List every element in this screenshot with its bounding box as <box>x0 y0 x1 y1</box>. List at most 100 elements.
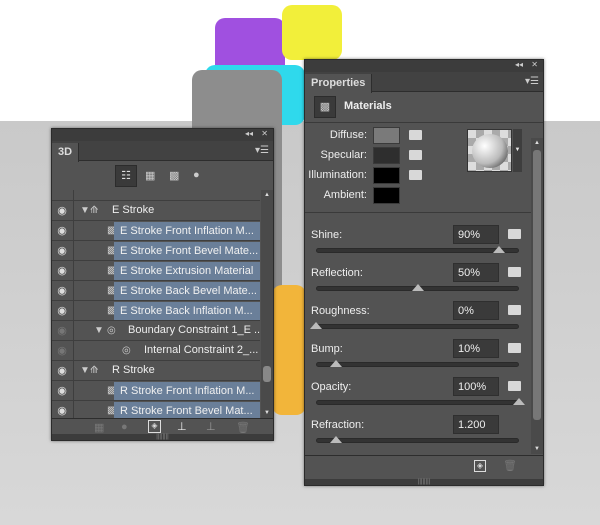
color-label: Diffuse: <box>329 129 367 141</box>
texture-folder-icon[interactable] <box>409 170 422 180</box>
texture-folder-icon[interactable] <box>508 305 521 315</box>
layer-label: E Stroke Front Inflation M... <box>114 222 260 240</box>
texture-folder-icon[interactable] <box>409 130 422 140</box>
slider-value-input[interactable]: 0% <box>453 301 499 320</box>
properties-scrollbar[interactable]: ▲ ▼ <box>531 138 543 454</box>
slider-track[interactable] <box>316 438 519 443</box>
layer-label: R Stroke Front Inflation M... <box>114 382 260 400</box>
color-swatch[interactable] <box>373 147 400 164</box>
visibility-eye-icon[interactable]: ◉ <box>55 204 69 218</box>
slider-value-input[interactable]: 10% <box>453 339 499 358</box>
slider-thumb[interactable] <box>492 246 505 253</box>
slider-label: Reflection: <box>311 267 363 279</box>
collapse-icon[interactable]: ◂◂ <box>245 129 253 138</box>
texture-folder-icon[interactable] <box>508 343 521 353</box>
visibility-eye-icon[interactable]: ◉ <box>55 344 69 358</box>
layer-row[interactable]: ◉ ▩ E Stroke Back Inflation M... <box>52 301 260 321</box>
layer-row[interactable]: ◉ ▼ ◎ Boundary Constraint 1_E ... <box>52 321 263 341</box>
materials-header: ▩ Materials <box>305 92 543 123</box>
expand-triangle-icon[interactable]: ▼ <box>94 325 104 336</box>
slider-thumb[interactable] <box>330 360 343 367</box>
texture-folder-icon[interactable] <box>508 381 521 391</box>
visibility-eye-icon[interactable]: ◉ <box>55 284 69 298</box>
close-icon[interactable]: ✕ <box>261 129 268 138</box>
resize-grip[interactable]: |||||||| <box>305 479 543 485</box>
layer-row[interactable]: ◉ ▩ E Stroke Extrusion Material <box>52 261 260 281</box>
layer-label: R Stroke Front Bevel Mat... <box>114 402 260 418</box>
filter-bar: ☷ ▦ ▩ ● <box>52 161 273 191</box>
slider-value-input[interactable]: 100% <box>453 377 499 396</box>
slider-thumb[interactable] <box>310 322 322 329</box>
expand-triangle-icon[interactable]: ▼ <box>80 365 90 376</box>
material-preview-dropdown[interactable]: ▼ <box>513 129 522 172</box>
new-mesh-icon[interactable]: ▦ <box>94 421 104 434</box>
visibility-eye-icon[interactable]: ◉ <box>55 404 69 418</box>
color-swatch[interactable] <box>373 187 400 204</box>
expand-triangle-icon[interactable]: ▼ <box>80 205 90 216</box>
layer-label: R Stroke <box>112 364 155 376</box>
color-swatch[interactable] <box>373 167 400 184</box>
layer-label: Internal Constraint 2_... <box>144 344 259 356</box>
slider-value-input[interactable]: 50% <box>453 263 499 282</box>
slider-thumb[interactable] <box>411 284 424 291</box>
panel-footer: ▦ ● ◈ ⊥ ⊥ 🗑 <box>52 418 273 435</box>
slider-thumb[interactable] <box>513 398 525 405</box>
tab-3d[interactable]: 3D <box>52 143 80 162</box>
layer-row[interactable]: ◉ ▩ E Stroke Front Inflation M... <box>52 221 260 241</box>
visibility-eye-icon[interactable]: ◉ <box>55 264 69 278</box>
slider-track[interactable] <box>316 248 519 253</box>
trash-icon[interactable]: 🗑 <box>503 459 517 472</box>
visibility-eye-icon[interactable]: ◉ <box>55 364 69 378</box>
new-light-icon[interactable]: ● <box>121 421 128 433</box>
section-title: Materials <box>344 100 392 112</box>
scroll-thumb[interactable] <box>533 150 541 420</box>
texture-folder-icon[interactable] <box>508 267 521 277</box>
trash-icon[interactable]: 🗑 <box>236 421 250 434</box>
collapse-icon[interactable]: ◂◂ <box>515 60 523 69</box>
slider-track[interactable] <box>316 362 519 367</box>
resize-grip[interactable]: |||||||| <box>52 434 273 440</box>
letter-orange <box>272 285 306 415</box>
material-filter-icon[interactable]: ▩ <box>169 169 179 182</box>
slider-label: Shine: <box>311 229 343 241</box>
texture-folder-icon[interactable] <box>508 229 521 239</box>
layer-row[interactable]: ◉ ▩ R Stroke Front Bevel Mat... <box>52 401 260 418</box>
visibility-eye-icon[interactable]: ◉ <box>55 304 69 318</box>
layer-row[interactable]: ◉ ▼ ⟰ E Stroke <box>52 201 260 221</box>
layer-row[interactable]: ◉ ◎ Internal Constraint 2_... <box>52 341 260 361</box>
panel-menu-icon[interactable]: ▾☰ <box>525 76 539 87</box>
slider-thumb[interactable] <box>330 436 343 443</box>
visibility-eye-icon[interactable]: ◉ <box>55 324 69 338</box>
list-scrollbar[interactable]: ▲ ▼ <box>261 190 273 418</box>
slider-value-input[interactable]: 1.200 <box>453 415 499 434</box>
layer-row[interactable]: ◉ ▼ ⟰ R Stroke <box>52 361 260 381</box>
tab-properties[interactable]: Properties <box>305 74 373 93</box>
layer-label: E Stroke Back Inflation M... <box>114 302 260 320</box>
scroll-thumb[interactable] <box>263 366 271 382</box>
light-filter-icon[interactable]: ● <box>193 169 200 181</box>
color-label: Specular: <box>320 149 367 161</box>
visibility-eye-icon[interactable]: ◉ <box>55 244 69 258</box>
scene-filter-icon[interactable]: ☷ <box>115 165 137 187</box>
slider-value-input[interactable]: 90% <box>453 225 499 244</box>
render-icon[interactable]: ◈ <box>474 460 486 472</box>
properties-panel: ◂◂ ✕ Properties ▾☰ ▩ Materials Diffuse: … <box>304 59 544 486</box>
layer-row[interactable]: ◉ ▩ E Stroke Front Bevel Mate... <box>52 241 260 261</box>
layer-row[interactable]: ◉ ▩ R Stroke Front Inflation M... <box>52 381 260 401</box>
color-swatch[interactable] <box>373 127 400 144</box>
ground-icon[interactable]: ⊥ <box>177 420 187 433</box>
visibility-eye-icon[interactable]: ◉ <box>55 384 69 398</box>
material-preview[interactable] <box>467 129 512 172</box>
slider-track[interactable] <box>316 324 519 329</box>
visibility-eye-icon[interactable]: ◉ <box>55 224 69 238</box>
material-icon: ▩ <box>314 96 336 118</box>
panel-menu-icon[interactable]: ▾☰ <box>255 145 269 156</box>
layer-row[interactable]: ◉ ▩ E Stroke Back Bevel Mate... <box>52 281 260 301</box>
mesh-filter-icon[interactable]: ▦ <box>145 169 155 182</box>
slider-track[interactable] <box>316 400 519 405</box>
remove-ground-icon[interactable]: ⊥ <box>206 420 216 433</box>
constraint-icon: ◎ <box>122 345 131 356</box>
close-icon[interactable]: ✕ <box>531 60 538 69</box>
render-icon[interactable]: ◈ <box>148 420 161 433</box>
texture-folder-icon[interactable] <box>409 150 422 160</box>
